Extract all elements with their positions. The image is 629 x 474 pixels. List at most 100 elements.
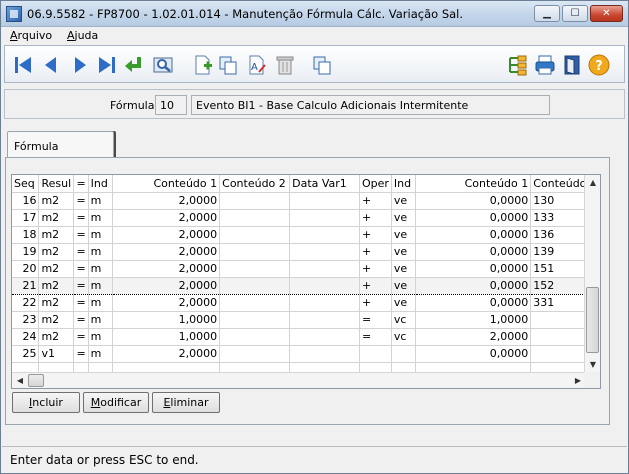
print-icon[interactable] xyxy=(533,53,557,77)
title-bar[interactable]: 06.9.5582 - FP8700 - 1.02.01.014 - Manut… xyxy=(1,1,628,27)
cell-resul[interactable]: m2 xyxy=(38,192,75,210)
col-header-eq[interactable]: = xyxy=(73,175,89,193)
cell-ind[interactable]: m xyxy=(88,345,113,363)
cell-conteudo1b[interactable]: 0,0000 xyxy=(415,209,532,227)
cell-resul[interactable]: v1 xyxy=(38,345,75,363)
col-header-seq[interactable]: Seq xyxy=(12,175,40,193)
cell-conteudo2[interactable] xyxy=(219,345,291,363)
cell-eq[interactable]: = xyxy=(73,226,89,244)
cell-oper[interactable]: + xyxy=(359,260,392,278)
edit-icon[interactable]: A xyxy=(245,53,269,77)
cell-oper[interactable]: + xyxy=(359,209,392,227)
cell-datavar1[interactable] xyxy=(289,276,360,295)
incluir-button[interactable]: Incluir xyxy=(12,392,80,413)
cell-oper[interactable]: + xyxy=(359,243,392,261)
col-header-ind2[interactable]: Ind xyxy=(391,175,416,193)
cell-oper[interactable]: + xyxy=(359,226,392,244)
help-icon[interactable]: ? xyxy=(587,53,611,77)
cell-resul[interactable]: m2 xyxy=(38,276,75,295)
duplicate-icon[interactable] xyxy=(310,53,334,77)
table-row[interactable]: 19 m2 = m 2,0000 + ve 0,0000 139 xyxy=(12,243,600,261)
cell-ind2[interactable]: vc xyxy=(391,311,416,329)
scroll-up-icon[interactable]: ▲ xyxy=(585,175,600,191)
cell-seq[interactable]: 17 xyxy=(12,209,40,227)
cell-eq[interactable]: = xyxy=(73,276,89,295)
cell-ind[interactable]: m xyxy=(88,328,113,346)
cell-seq[interactable]: 21 xyxy=(12,276,40,295)
cell-oper[interactable]: + xyxy=(359,192,392,210)
cell-datavar1[interactable] xyxy=(289,209,360,227)
cell-seq[interactable]: 20 xyxy=(12,260,40,278)
cell-resul[interactable]: m2 xyxy=(38,311,75,329)
cell-seq[interactable]: 19 xyxy=(12,243,40,261)
cell-ind2[interactable]: ve xyxy=(391,209,416,227)
cell-conteudo1[interactable]: 2,0000 xyxy=(112,243,221,261)
col-header-conteudo1[interactable]: Conteúdo 1 xyxy=(112,175,221,193)
cell-conteudo1b[interactable]: 0,0000 xyxy=(415,226,532,244)
cell-conteudo1b[interactable]: 0,0000 xyxy=(415,260,532,278)
cell-seq[interactable]: 23 xyxy=(12,311,40,329)
cell-conteudo1[interactable]: 2,0000 xyxy=(112,345,221,363)
cell-ind2[interactable]: ve xyxy=(391,243,416,261)
horizontal-scroll-thumb[interactable] xyxy=(28,374,44,387)
cell-eq[interactable]: = xyxy=(73,260,89,278)
next-record-icon[interactable] xyxy=(68,53,92,77)
cell-conteudo1[interactable]: 2,0000 xyxy=(112,192,221,210)
cell-datavar1[interactable] xyxy=(289,294,360,312)
cell-eq[interactable]: = xyxy=(73,192,89,210)
cell-conteudo1[interactable]: 2,0000 xyxy=(112,276,221,295)
cell-ind2[interactable]: ve xyxy=(391,226,416,244)
cell-seq[interactable]: 24 xyxy=(12,328,40,346)
table-row[interactable]: 17 m2 = m 2,0000 + ve 0,0000 133 xyxy=(12,209,600,227)
cell-resul[interactable]: m2 xyxy=(38,260,75,278)
first-record-icon[interactable] xyxy=(11,53,35,77)
cell-resul[interactable]: m2 xyxy=(38,294,75,312)
cell-seq[interactable]: 16 xyxy=(12,192,40,210)
vertical-scroll-thumb[interactable] xyxy=(586,287,599,353)
cell-conteudo1b[interactable]: 0,0000 xyxy=(415,192,532,210)
cell-ind2[interactable]: vc xyxy=(391,328,416,346)
col-header-oper[interactable]: Oper xyxy=(359,175,392,193)
cell-datavar1[interactable] xyxy=(289,345,360,363)
go-to-icon[interactable] xyxy=(122,53,146,77)
table-row[interactable]: 21 m2 = m 2,0000 + ve 0,0000 152 xyxy=(12,276,600,295)
cell-ind[interactable]: m xyxy=(88,209,113,227)
maximize-button[interactable]: ☐ xyxy=(562,5,588,22)
scroll-left-icon[interactable]: ◀ xyxy=(12,373,28,388)
eliminar-button[interactable]: Eliminar xyxy=(152,392,220,413)
col-header-conteudo2[interactable]: Conteúdo 2 xyxy=(219,175,291,193)
table-row[interactable]: 18 m2 = m 2,0000 + ve 0,0000 136 xyxy=(12,226,600,244)
cell-conteudo1[interactable]: 2,0000 xyxy=(112,260,221,278)
cell-resul[interactable]: m2 xyxy=(38,328,75,346)
cell-ind2[interactable]: ve xyxy=(391,276,416,295)
cell-conteudo2[interactable] xyxy=(219,209,291,227)
table-row[interactable]: 23 m2 = m 1,0000 = vc 1,0000 xyxy=(12,311,600,329)
cell-conteudo1[interactable]: 1,0000 xyxy=(112,328,221,346)
cell-datavar1[interactable] xyxy=(289,311,360,329)
cell-eq[interactable]: = xyxy=(73,311,89,329)
cell-eq[interactable]: = xyxy=(73,345,89,363)
cell-conteudo2[interactable] xyxy=(219,192,291,210)
table-row[interactable]: 25 v1 = m 2,0000 0,0000 xyxy=(12,345,600,363)
vertical-scrollbar[interactable]: ▲ ▼ xyxy=(584,175,600,373)
search-icon[interactable] xyxy=(151,53,175,77)
cell-conteudo2[interactable] xyxy=(219,243,291,261)
cell-ind[interactable]: m xyxy=(88,192,113,210)
cell-datavar1[interactable] xyxy=(289,328,360,346)
cell-oper[interactable] xyxy=(359,345,392,363)
cell-ind[interactable]: m xyxy=(88,276,113,295)
close-button[interactable]: ✕ xyxy=(590,5,623,22)
modificar-button[interactable]: Modificar xyxy=(83,392,149,413)
tab-formula[interactable]: Fórmula xyxy=(7,131,114,158)
cell-conteudo1b[interactable]: 2,0000 xyxy=(415,328,532,346)
cell-oper[interactable]: = xyxy=(359,328,392,346)
cell-eq[interactable]: = xyxy=(73,209,89,227)
cell-conteudo2[interactable] xyxy=(219,260,291,278)
cell-ind[interactable]: m xyxy=(88,243,113,261)
horizontal-scrollbar[interactable]: ◀ ▶ xyxy=(12,372,586,388)
col-header-conteudo1b[interactable]: Conteúdo 1 xyxy=(415,175,532,193)
cell-datavar1[interactable] xyxy=(289,260,360,278)
cell-conteudo1b[interactable]: 0,0000 xyxy=(415,345,532,363)
cell-conteudo1b[interactable]: 0,0000 xyxy=(415,243,532,261)
cell-resul[interactable]: m2 xyxy=(38,243,75,261)
